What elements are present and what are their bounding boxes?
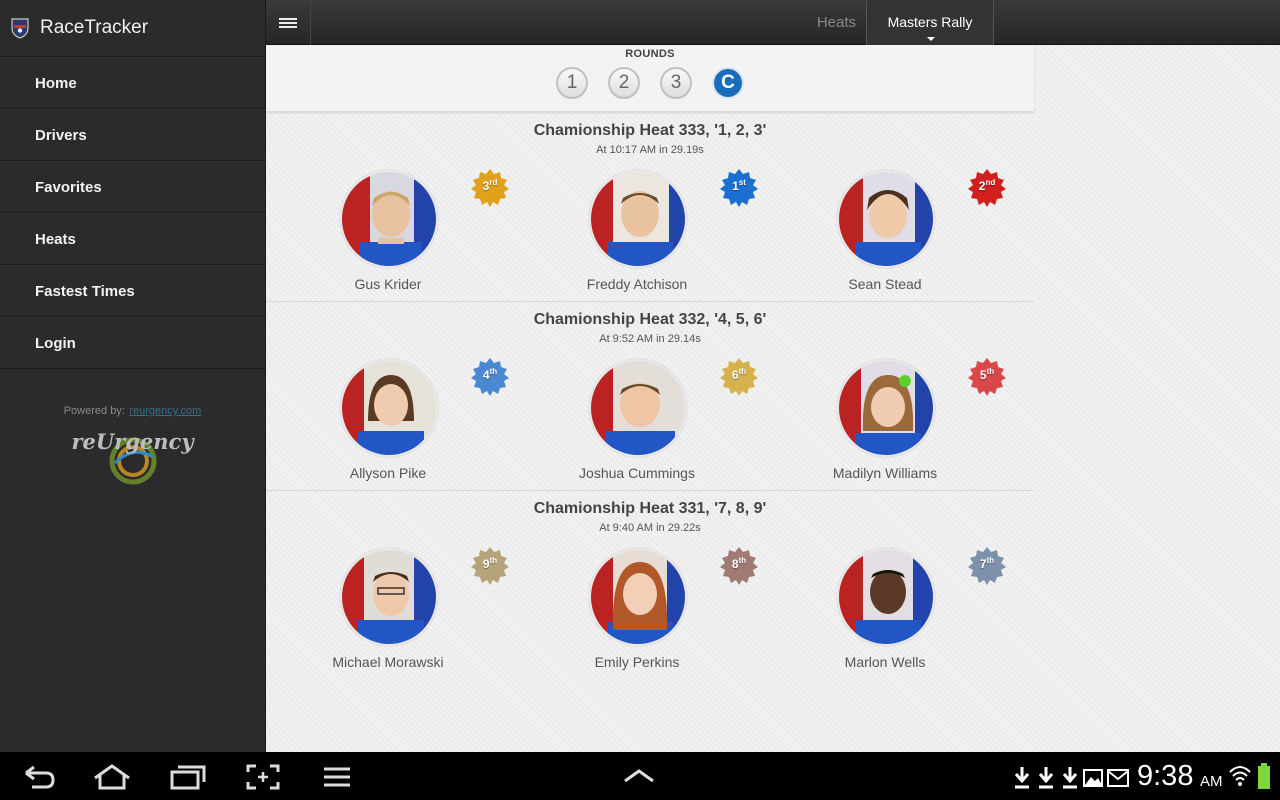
round-button-championship[interactable]: C: [712, 67, 744, 99]
download-icon: [1038, 767, 1054, 789]
heat-title: Chamionship Heat 333, '1, 2, 3': [533, 122, 767, 139]
place-suffix: th: [986, 556, 995, 565]
back-icon[interactable]: [22, 764, 56, 790]
clock-time: 9:38: [1137, 760, 1194, 792]
sidebar-item-favorites[interactable]: Favorites: [0, 161, 265, 213]
mail-icon: [1107, 769, 1129, 787]
powered-by: Powered by: reurgency.com reUrgency: [0, 401, 265, 487]
system-navigation-bar: 9:38 AM: [0, 752, 1280, 800]
place-badge: 9th: [470, 546, 510, 586]
place-badge: 4th: [470, 357, 510, 397]
action-bar: Heats Masters Rally: [266, 0, 1280, 45]
heat-subtitle: At 9:52 AM in 29.14s: [599, 333, 701, 345]
rounds-label: ROUNDS: [625, 48, 675, 60]
place-badge: 1st: [719, 168, 759, 208]
racer-avatar[interactable]: [340, 359, 438, 457]
sidebar-item-heats[interactable]: Heats: [0, 213, 265, 265]
sidebar-brand[interactable]: RaceTracker: [0, 0, 265, 57]
place-number: 6: [731, 368, 739, 382]
powered-by-link[interactable]: reurgency.com: [129, 405, 201, 417]
place-suffix: th: [489, 556, 498, 565]
racer-name: Freddy Atchison: [586, 276, 688, 292]
chevron-up-icon[interactable]: [622, 768, 656, 784]
event-selector-dropdown[interactable]: Masters Rally: [866, 0, 994, 45]
round-button-1[interactable]: 1: [556, 67, 588, 99]
download-icon: [1062, 767, 1078, 789]
app-title: RaceTracker: [40, 17, 149, 38]
reurgency-logo[interactable]: reUrgency: [63, 425, 203, 487]
place-suffix: th: [489, 367, 498, 376]
rounds-selector: ROUNDS 1 2 3 C: [266, 45, 1034, 112]
sidebar-item-fastest-times[interactable]: Fastest Times: [0, 265, 265, 317]
place-suffix: st: [738, 178, 746, 187]
racer-name: Marlon Wells: [844, 654, 926, 670]
heat-card: Chamionship Heat 331, '7, 8, 9' At 9:40 …: [266, 490, 1034, 679]
racer-avatar[interactable]: [837, 548, 935, 646]
racer-avatar[interactable]: [340, 548, 438, 646]
screenshot-icon[interactable]: [246, 764, 280, 790]
home-icon[interactable]: [92, 764, 132, 790]
place-number: 5: [979, 368, 987, 382]
place-badge: 7th: [967, 546, 1007, 586]
place-suffix: th: [738, 367, 747, 376]
place-number: 4: [482, 368, 490, 382]
tab-heats[interactable]: Heats: [817, 0, 866, 45]
place-badge: 2nd: [967, 168, 1007, 208]
heat-divider: [266, 301, 1034, 302]
place-suffix: nd: [985, 178, 996, 187]
racer-name: Allyson Pike: [349, 465, 427, 481]
place-badge: 3rd: [470, 168, 510, 208]
racer-avatar[interactable]: [589, 548, 687, 646]
sidebar-item-drivers[interactable]: Drivers: [0, 109, 265, 161]
place-number: 7: [979, 557, 987, 571]
heat-title: Chamionship Heat 331, '7, 8, 9': [533, 500, 767, 517]
round-button-2[interactable]: 2: [608, 67, 640, 99]
sidebar: RaceTracker Home Drivers Favorites Heats…: [0, 0, 266, 752]
download-icon: [1014, 767, 1030, 789]
racer-avatar[interactable]: [837, 359, 935, 457]
place-badge: 6th: [719, 357, 759, 397]
app-window: RaceTracker Home Drivers Favorites Heats…: [0, 0, 1280, 752]
place-number: 9: [482, 557, 490, 571]
heat-title: Chamionship Heat 332, '4, 5, 6': [533, 311, 767, 328]
racer-name: Gus Krider: [354, 276, 422, 292]
clock-ampm: AM: [1200, 773, 1223, 790]
racer-avatar[interactable]: [340, 170, 438, 268]
powered-by-label: Powered by:: [63, 405, 125, 417]
heat-card: Chamionship Heat 333, '1, 2, 3' At 10:17…: [266, 112, 1034, 301]
racer-avatar[interactable]: [837, 170, 935, 268]
racer-name: Joshua Cummings: [579, 465, 695, 481]
place-number: 8: [731, 557, 739, 571]
place-suffix: rd: [489, 178, 498, 187]
racer-avatar[interactable]: [589, 170, 687, 268]
racer-name: Madilyn Williams: [832, 465, 938, 481]
place-suffix: th: [986, 367, 995, 376]
wifi-icon: [1229, 766, 1251, 786]
place-badge: 8th: [719, 546, 759, 586]
racetracker-logo-icon: [11, 18, 29, 39]
racer-name: Sean Stead: [848, 276, 922, 292]
place-number: 1: [732, 179, 739, 193]
battery-icon: [1258, 763, 1270, 789]
event-selector-label: Masters Rally: [887, 14, 973, 30]
menu-icon-system[interactable]: [322, 766, 352, 788]
chevron-down-icon: [927, 37, 935, 41]
racer-avatar[interactable]: [589, 359, 687, 457]
heat-divider: [266, 490, 1034, 491]
sidebar-item-home[interactable]: Home: [0, 57, 265, 109]
heats-content: ROUNDS 1 2 3 C Chamionship Heat 333, '1,…: [266, 45, 1280, 752]
recent-apps-icon[interactable]: [170, 764, 206, 790]
racer-name: Emily Perkins: [594, 654, 680, 670]
image-icon: [1083, 769, 1103, 787]
reurgency-logo-text: reUrgency: [71, 429, 194, 454]
heat-card: Chamionship Heat 332, '4, 5, 6' At 9:52 …: [266, 301, 1034, 490]
place-suffix: th: [738, 556, 747, 565]
sidebar-item-login[interactable]: Login: [0, 317, 265, 369]
menu-icon[interactable]: [266, 0, 311, 45]
heat-subtitle: At 10:17 AM in 29.19s: [596, 144, 704, 156]
heat-subtitle: At 9:40 AM in 29.22s: [599, 522, 701, 534]
round-button-3[interactable]: 3: [660, 67, 692, 99]
racer-name: Michael Morawski: [332, 654, 444, 670]
place-badge: 5th: [967, 357, 1007, 397]
